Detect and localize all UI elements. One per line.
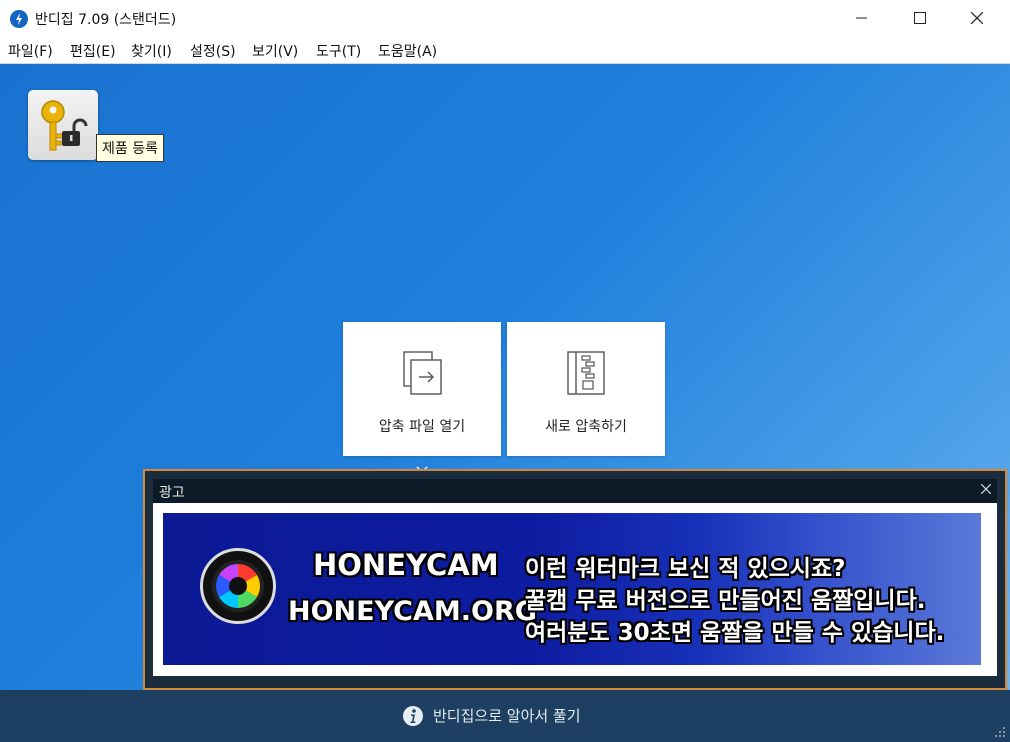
maximize-icon [914,12,926,24]
maximize-button[interactable] [897,0,943,36]
close-icon [971,12,983,24]
ad-title: 광고 [159,485,185,501]
window-title: 반디집 7.09 (스탠더드) [35,12,177,28]
menu-help[interactable]: 도움말(A) [378,41,437,61]
ad-brand: HONEYCAM [313,548,499,582]
info-icon [403,706,423,726]
menu-view[interactable]: 보기(V) [252,41,298,61]
ad-close-button[interactable] [977,480,995,498]
resize-grip-icon[interactable] [994,726,1006,738]
new-archive-button[interactable]: 새로 압축하기 [507,322,665,456]
close-icon [981,484,991,494]
minimize-button[interactable] [839,0,885,36]
key-lock-icon [41,100,88,151]
bandizip-app-icon [10,10,28,28]
new-archive-label: 새로 압축하기 [545,419,627,435]
product-registration-button[interactable] [28,90,98,160]
close-button[interactable] [954,0,1000,36]
ad-url: HONEYCAM.ORG [288,596,537,627]
menu-settings[interactable]: 설정(S) [190,41,236,61]
ad-line-3: 여러분도 30초면 움짤을 만들 수 있습니다. [525,620,945,646]
ad-body: HONEYCAM HONEYCAM.ORG 이런 워터마크 보신 적 있으시죠?… [153,503,997,676]
menu-find[interactable]: 찾기(I) [131,41,172,61]
open-archive-label: 압축 파일 열기 [378,419,466,435]
ad-header: 광고 [153,479,997,503]
menu-file[interactable]: 파일(F) [8,41,53,61]
honeycam-logo-icon [200,548,276,624]
menu-tools[interactable]: 도구(T) [316,41,361,61]
title-bar[interactable]: 반디집 7.09 (스탠더드) [0,0,1010,36]
registration-tooltip: 제품 등록 [96,134,164,162]
menu-bar: 파일(F) 편집(E) 찾기(I) 설정(S) 보기(V) 도구(T) 도움말(… [0,36,1010,64]
status-bar[interactable]: 반디집으로 알아서 풀기 [0,690,1010,742]
ad-line-1: 이런 워터마크 보신 적 있으시죠? [525,556,846,582]
menu-edit[interactable]: 편집(E) [70,41,116,61]
main-area: 제품 등록 압축 파일 열기 새로 압축하기 광고 HONEYCAM HONEY… [0,64,1010,690]
ad-line-2: 꿀캠 무료 버전으로 만들어진 움짤입니다. [525,588,926,614]
ad-panel: 광고 HONEYCAM HONEYCAM.ORG 이런 워터마크 보신 적 있으… [143,469,1007,690]
open-archive-button[interactable]: 압축 파일 열기 [343,322,501,456]
open-archive-icon [403,351,442,395]
status-text: 반디집으로 알아서 풀기 [433,707,581,725]
ad-banner[interactable]: HONEYCAM HONEYCAM.ORG 이런 워터마크 보신 적 있으시죠?… [163,513,981,665]
new-archive-icon [567,351,605,395]
minimize-icon [856,17,867,19]
